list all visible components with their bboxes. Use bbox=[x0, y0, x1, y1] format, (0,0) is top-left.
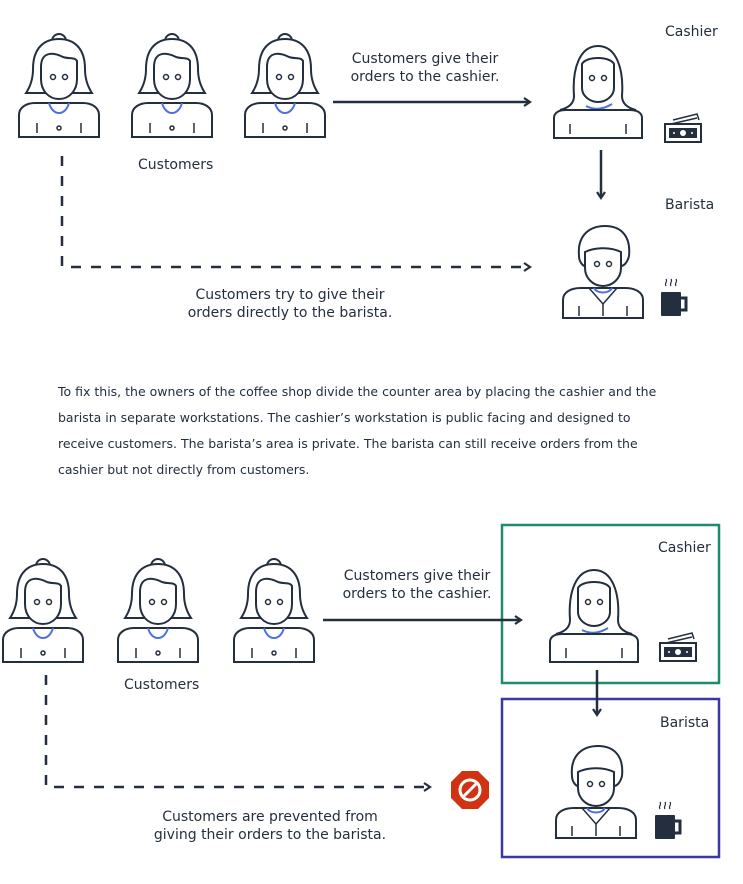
arrow-cashier-caption-line2: orders to the cashier. bbox=[350, 69, 500, 85]
coffee-cup-icon bbox=[659, 277, 688, 318]
cashier-label: Cashier bbox=[665, 24, 718, 40]
barista-figure-b bbox=[555, 745, 637, 839]
arrow-cashier-caption-b-line2: orders to the cashier. bbox=[342, 586, 492, 602]
prohibited-icon bbox=[451, 771, 489, 809]
blocked-caption-line2: giving their orders to the barista. bbox=[153, 827, 387, 843]
customer-figure-3b bbox=[233, 558, 315, 663]
coffee-cup-icon-b bbox=[653, 800, 682, 841]
cash-icon bbox=[664, 113, 702, 143]
dashed-arrow-customers-to-barista-b bbox=[44, 675, 432, 792]
blocked-caption-line1: Customers are prevented from bbox=[162, 809, 378, 825]
arrow-barista-caption: Customers try to give their orders direc… bbox=[160, 286, 420, 322]
cash-icon-b bbox=[659, 632, 697, 662]
barista-figure bbox=[562, 225, 644, 319]
arrow-cashier-caption-b-line1: Customers give their bbox=[343, 568, 491, 584]
barista-label: Barista bbox=[665, 197, 715, 213]
arrow-cashier-caption-line1: Customers give their bbox=[351, 51, 499, 67]
customer-figure-1b bbox=[2, 558, 84, 663]
barista-label-b: Barista bbox=[660, 715, 710, 731]
customer-figure-2 bbox=[131, 33, 213, 138]
dashed-arrow-customers-to-barista bbox=[60, 156, 532, 272]
cashier-figure bbox=[553, 45, 643, 139]
customer-figure-3 bbox=[244, 33, 326, 138]
arrow-barista-caption-line2: orders directly to the barista. bbox=[187, 305, 393, 321]
arrow-cashier-caption-b: Customers give their orders to the cashi… bbox=[322, 567, 512, 603]
arrow-cashier-caption: Customers give their orders to the cashi… bbox=[330, 50, 520, 86]
blocked-caption: Customers are prevented from giving thei… bbox=[140, 808, 400, 844]
customer-figure-2b bbox=[117, 558, 199, 663]
cashier-figure-b bbox=[549, 569, 639, 663]
customers-label-b: Customers bbox=[124, 677, 200, 693]
cashier-label-b: Cashier bbox=[658, 540, 711, 556]
explanation-paragraph: To fix this, the owners of the coffee sh… bbox=[58, 384, 657, 477]
customer-figure-1 bbox=[18, 33, 100, 138]
arrow-barista-caption-line1: Customers try to give their bbox=[195, 287, 385, 303]
customers-label: Customers bbox=[138, 157, 214, 173]
